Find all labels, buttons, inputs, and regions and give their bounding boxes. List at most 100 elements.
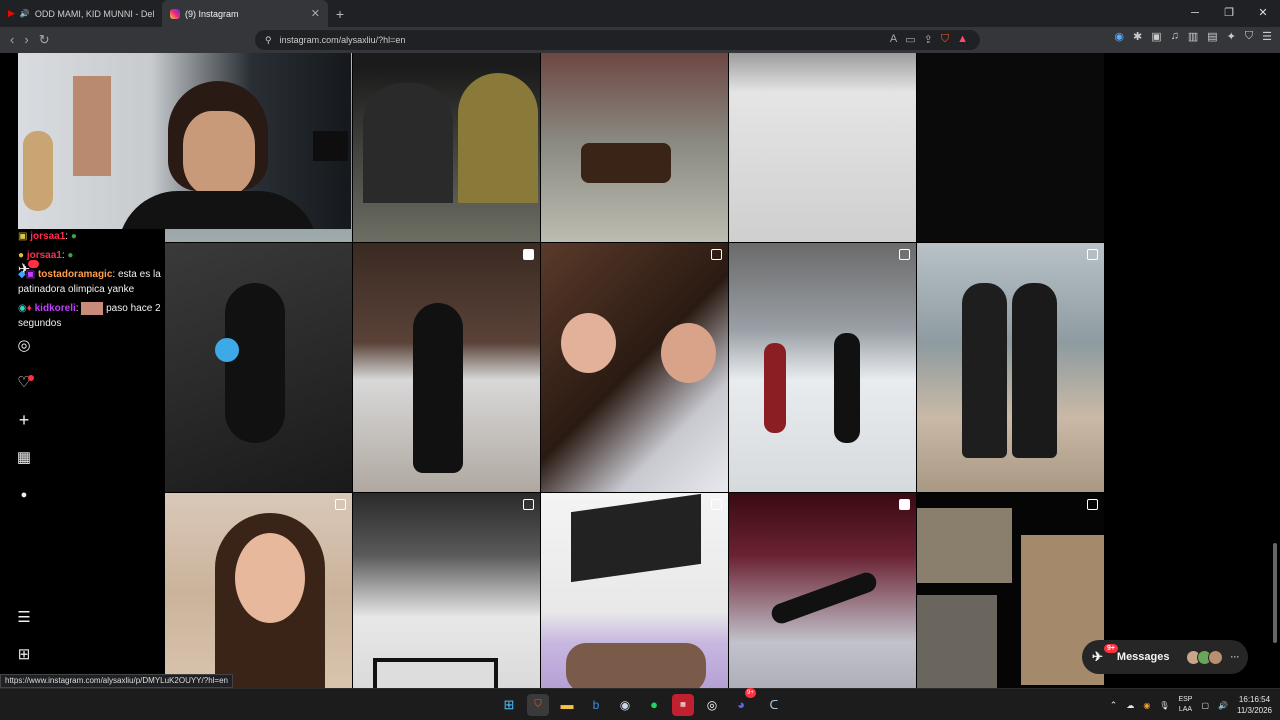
messages-label: Messages <box>1116 651 1170 663</box>
post-thumbnail[interactable] <box>729 53 916 242</box>
carousel-icon <box>1087 249 1098 260</box>
post-thumbnail[interactable] <box>165 243 352 492</box>
close-tab-icon[interactable]: ✕ <box>311 7 320 20</box>
carousel-icon <box>1087 499 1098 510</box>
post-thumbnail[interactable] <box>541 493 728 688</box>
cast-icon[interactable]: ▭ <box>905 33 915 46</box>
chat-message: ◉♦ kidkoreli: paso hace 2 segundos <box>18 301 161 329</box>
avatar <box>1207 649 1223 665</box>
vpn-icon[interactable]: ⛉ <box>1245 30 1253 43</box>
link-status-bar: https://www.instagram.com/alysaxliu/p/DM… <box>0 674 233 688</box>
post-thumbnail[interactable] <box>729 243 916 492</box>
post-thumbnail[interactable] <box>917 493 1104 688</box>
windows-start-icon[interactable]: ⊞ <box>498 694 520 716</box>
page-scrollbar[interactable] <box>1273 543 1277 643</box>
extensions-icon[interactable]: ✱ <box>1133 30 1142 43</box>
more-menu-icon[interactable]: ☰ <box>14 608 34 628</box>
carousel-icon <box>899 249 910 260</box>
url-text[interactable]: instagram.com/alysaxliu/?hl=en <box>280 35 406 45</box>
cursor-app-icon[interactable]: ᑕ <box>763 694 785 716</box>
tab-youtube[interactable]: ▶ 🔊 ODD MAMI, KID MUNNI - Delore <box>0 0 162 27</box>
tab-title: (9) Instagram <box>185 8 239 19</box>
carousel-icon <box>711 249 722 260</box>
wallet-icon[interactable]: ▣ <box>1151 30 1161 43</box>
window-controls: ─ ❐ ✕ <box>1178 0 1280 27</box>
restore-icon[interactable]: ❐ <box>1212 0 1246 27</box>
capcut-icon[interactable]: ▦ <box>672 694 694 716</box>
post-thumbnail[interactable] <box>729 493 916 688</box>
post-thumbnail[interactable] <box>353 493 540 688</box>
address-bar[interactable]: ⚲ instagram.com/alysaxliu/?hl=en A ▭ ⇪ ⛉… <box>255 30 980 50</box>
clock-date: 11/3/2026 <box>1237 706 1272 715</box>
brave-browser-icon[interactable]: ⛉ <box>527 694 549 716</box>
emote-icon: ● <box>70 231 77 242</box>
tray-app-icon[interactable]: ☁ <box>1126 701 1134 710</box>
wallet-card-icon[interactable]: ▤ <box>1207 30 1217 43</box>
forward-icon[interactable]: › <box>24 32 28 48</box>
browser-tab-strip: ▶ 🔊 ODD MAMI, KID MUNNI - Delore (9) Ins… <box>0 0 1280 27</box>
close-window-icon[interactable]: ✕ <box>1246 0 1280 27</box>
microphone-icon[interactable]: 🎙 <box>1159 701 1169 710</box>
chat-message: ▣ jorsaa1: ● <box>18 231 77 242</box>
tray-update-icon[interactable]: ◉ <box>1143 701 1150 710</box>
music-icon[interactable]: ♫ <box>1171 30 1179 43</box>
chat-badge-icon: ◆ <box>18 269 26 280</box>
chat-badge-icon: ● <box>18 250 25 261</box>
reload-icon[interactable]: ↻ <box>39 32 50 48</box>
chat-badge-icon: ▣ <box>18 231 28 242</box>
network-icon[interactable]: ▢ <box>1201 701 1209 710</box>
translate-icon[interactable]: A <box>890 33 897 46</box>
chat-message: ◆▣ tostadoramagic: esta es la patinadora… <box>18 269 161 295</box>
system-clock[interactable]: 16:16:54 11/3/2026 <box>1237 694 1272 716</box>
insights-icon[interactable]: ▦ <box>14 448 34 468</box>
volume-icon[interactable]: 🔊 <box>1218 701 1228 710</box>
chevron-up-icon[interactable]: ⌃ <box>1110 700 1118 711</box>
chat-username: jorsaa1 <box>26 250 62 261</box>
leo-ai-icon[interactable]: ✦ <box>1227 30 1236 43</box>
emote-icon <box>81 301 104 315</box>
spotify-icon[interactable]: ● <box>643 694 665 716</box>
share-icon[interactable]: ⇪ <box>924 33 933 46</box>
menu-icon[interactable]: ☰ <box>1262 30 1272 43</box>
clock-time: 16:16:54 <box>1238 695 1271 704</box>
message-avatars <box>1185 649 1223 665</box>
chat-username: jorsaa1 <box>30 231 66 242</box>
post-thumbnail[interactable] <box>165 493 352 688</box>
minimize-icon[interactable]: ─ <box>1178 0 1212 27</box>
post-thumbnail[interactable] <box>353 243 540 492</box>
new-tab-button[interactable]: + <box>328 6 352 22</box>
tab-instagram[interactable]: (9) Instagram ✕ <box>162 0 328 27</box>
webcam-overlay <box>18 53 351 229</box>
explore-icon[interactable]: ◎ <box>14 336 34 356</box>
brave-rewards-icon[interactable]: ▲ <box>957 33 968 46</box>
post-thumbnail[interactable] <box>541 243 728 492</box>
file-explorer-icon[interactable]: ▬ <box>556 694 578 716</box>
site-settings-icon[interactable]: ⚲ <box>265 35 272 46</box>
threads-apps-icon[interactable]: ⊞ <box>14 645 34 665</box>
create-plus-icon[interactable]: + <box>14 410 34 430</box>
back-icon[interactable]: ‹ <box>10 32 14 48</box>
post-thumbnail[interactable] <box>541 53 728 242</box>
profile-avatar[interactable]: ● <box>14 485 34 505</box>
steam-icon[interactable]: ◉ <box>614 694 636 716</box>
chat-username: tostadoramagic <box>37 269 113 280</box>
post-thumbnail[interactable] <box>917 53 1104 242</box>
discord-badge: 9+ <box>745 688 756 698</box>
instagram-icon <box>170 8 180 19</box>
carousel-icon <box>335 499 346 510</box>
sidebar-icon[interactable]: ▥ <box>1188 30 1198 43</box>
audio-icon[interactable]: ◉ <box>1114 30 1124 43</box>
brave-shields-icon[interactable]: ⛉ <box>941 33 949 46</box>
input-language[interactable]: ESP LAA <box>1178 695 1192 715</box>
bing-icon[interactable]: b <box>585 694 607 716</box>
post-thumbnail[interactable] <box>353 53 540 242</box>
post-thumbnail[interactable] <box>917 243 1104 492</box>
chat-message: ● jorsaa1: ● <box>18 250 74 261</box>
chat-username: kidkoreli <box>34 303 76 314</box>
instagram-page: ✈ ◎ ♡ + ▦ ● ☰ ⊞ ▣ jorsaa1: ● ● jorsaa1: … <box>0 53 1280 688</box>
chat-badge-icon: ♦ <box>26 303 32 314</box>
reel-icon <box>523 249 534 260</box>
windows-taskbar: ⊞ ⛉ ▬ b ◉ ● ▦ ◎ ◕ 9+ ᑕ ⌃ ☁ ◉ 🎙 ESP LAA ▢… <box>0 688 1280 720</box>
messages-button[interactable]: ✈ 9+ Messages ··· <box>1082 640 1248 674</box>
obs-icon[interactable]: ◎ <box>701 694 723 716</box>
